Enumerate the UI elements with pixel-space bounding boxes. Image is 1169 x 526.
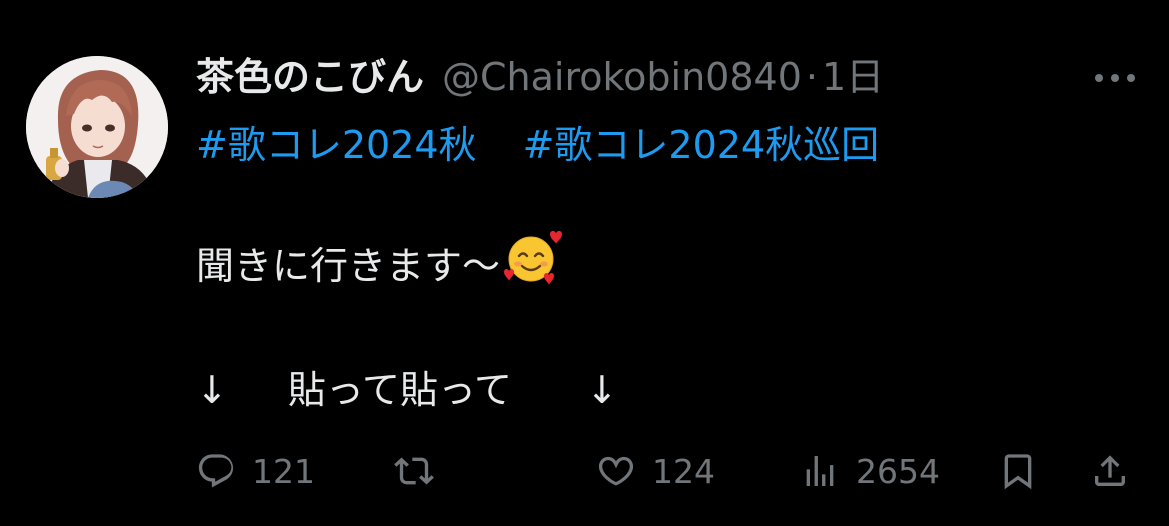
reply-icon <box>198 454 234 488</box>
more-options-button[interactable] <box>1090 60 1140 96</box>
tweet[interactable]: 茶色のこびん @Chairokobin0840 · 1日 #歌コレ2024秋 #歌… <box>0 0 1169 526</box>
share-icon <box>1095 455 1125 486</box>
down-arrow-glyph: ↓ <box>196 368 228 412</box>
timestamp[interactable]: 1日 <box>822 50 884 104</box>
tweet-text: 聞きに行きます〜 <box>196 244 501 288</box>
share-button[interactable] <box>1090 444 1130 498</box>
bookmark-button[interactable] <box>998 444 1038 498</box>
user-handle[interactable]: @Chairokobin0840 <box>442 50 802 104</box>
heart-icon <box>598 456 634 486</box>
tweet-text-line: 聞きに行きます〜 <box>196 231 563 292</box>
tweet-text: 貼って貼って <box>287 368 513 412</box>
tweet-text-line: ↓ 貼って貼って ↓ <box>196 362 618 418</box>
reply-button[interactable]: 121 <box>196 444 315 498</box>
retweet-button[interactable] <box>392 444 436 498</box>
view-count: 2654 <box>856 451 940 491</box>
hashtag-line: #歌コレ2024秋 #歌コレ2024秋巡回 <box>196 118 879 172</box>
like-count: 124 <box>652 451 715 491</box>
reply-count: 121 <box>252 451 315 491</box>
bookmark-icon <box>1004 454 1032 490</box>
views-button[interactable]: 2654 <box>800 444 940 498</box>
retweet-icon <box>394 457 434 485</box>
display-name[interactable]: 茶色のこびん <box>196 50 424 104</box>
separator-dot: · <box>805 55 818 99</box>
avatar[interactable] <box>26 56 168 198</box>
hashtag-link[interactable]: #歌コレ2024秋巡回 <box>523 123 880 167</box>
down-arrow-glyph: ↓ <box>586 368 618 412</box>
smiling-face-with-hearts-icon <box>504 228 563 301</box>
analytics-icon <box>806 456 834 486</box>
like-button[interactable]: 124 <box>596 444 715 498</box>
more-horizontal-icon <box>1095 74 1135 82</box>
action-bar: 121 124 2654 <box>0 444 1169 498</box>
hashtag-link[interactable]: #歌コレ2024秋 <box>196 123 477 167</box>
tweet-header: 茶色のこびん @Chairokobin0840 · 1日 <box>196 50 884 104</box>
